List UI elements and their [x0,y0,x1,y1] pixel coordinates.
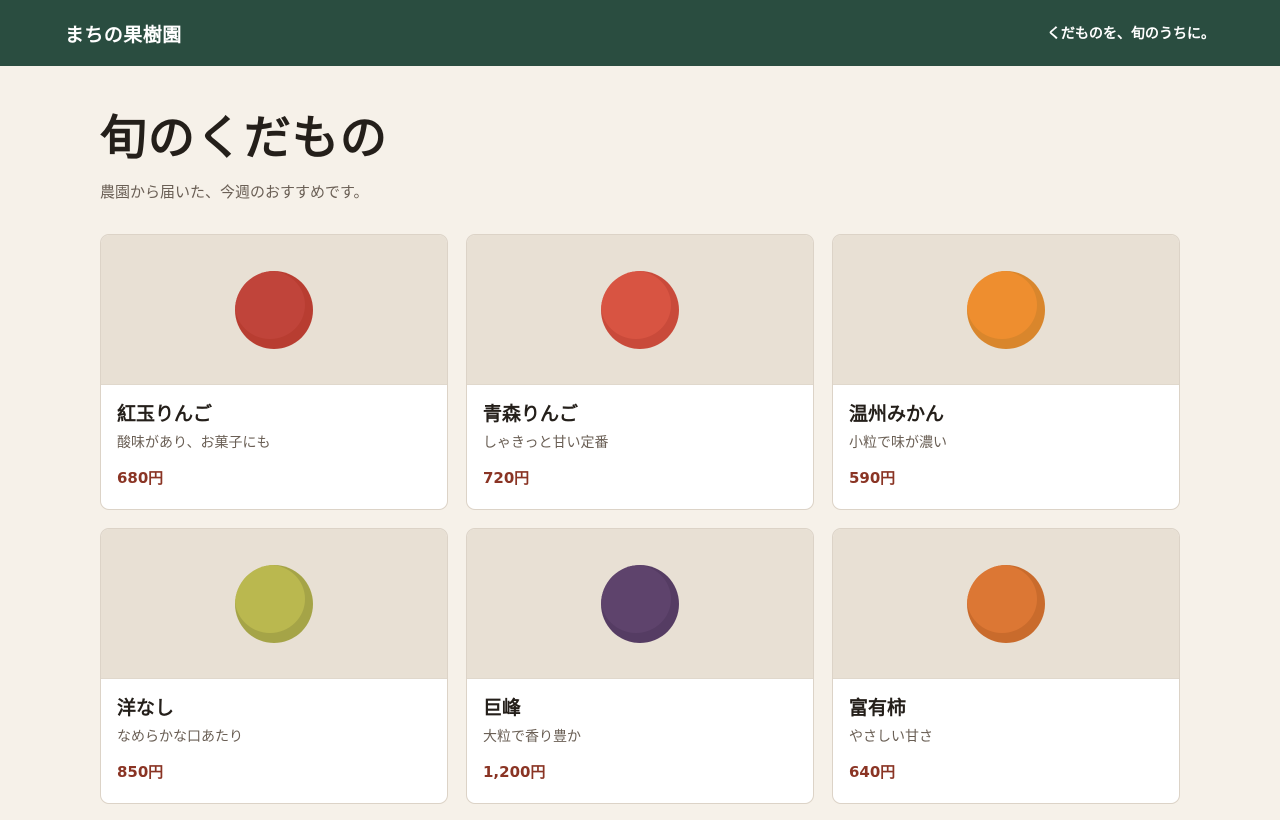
page-title: 旬のくだもの [100,111,388,166]
product-price: 640円 [849,763,896,781]
top-bar: まちの果樹園 くだものを、旬のうちに。 [0,0,1280,66]
product-name: 富有柿 [849,697,907,719]
product-info: 温州みかん 小粒で味が濃い 590円 [833,385,1179,488]
product-image [101,529,447,679]
product-info: 富有柿 やさしい甘さ 640円 [833,679,1179,782]
tagline: くだものを、旬のうちに。 [1047,26,1215,42]
product-name: 青森りんご [483,403,579,425]
fruit-highlight [601,270,671,339]
product-price: 850円 [117,763,164,781]
page-subtitle: 農園から届いた、今週のおすすめです。 [100,183,369,201]
main-content: 旬のくだもの 農園から届いた、今週のおすすめです。 紅玉りんご 酸味があり、お菓… [0,66,1280,804]
product-image [833,235,1179,385]
fruit-icon [967,564,1045,643]
product-card[interactable]: 温州みかん 小粒で味が濃い 590円 [832,234,1180,510]
fruit-icon [235,564,313,643]
product-card[interactable]: 青森りんご しゃきっと甘い定番 720円 [466,234,814,510]
fruit-icon [601,270,679,349]
product-image [467,529,813,679]
product-card[interactable]: 富有柿 やさしい甘さ 640円 [832,528,1180,804]
product-price: 720円 [483,469,530,487]
product-image [467,235,813,385]
fruit-highlight [601,564,671,633]
product-image [833,529,1179,679]
product-name: 紅玉りんご [117,403,213,425]
product-image [101,235,447,385]
fruit-icon [967,270,1045,349]
product-price: 590円 [849,469,896,487]
product-info: 洋なし なめらかな口あたり 850円 [101,679,447,782]
product-description: 小粒で味が濃い [849,435,947,451]
fruit-highlight [967,564,1037,633]
product-grid: 紅玉りんご 酸味があり、お菓子にも 680円 青森りんご しゃきっと甘い定番 7… [100,234,1180,804]
product-description: なめらかな口あたり [117,729,243,745]
product-price: 680円 [117,469,164,487]
product-description: 酸味があり、お菓子にも [117,435,271,451]
product-name: 洋なし [117,697,175,719]
product-description: やさしい甘さ [849,729,933,745]
product-description: しゃきっと甘い定番 [483,435,609,451]
product-name: 巨峰 [483,697,522,719]
fruit-highlight [235,564,305,633]
fruit-icon [601,564,679,643]
product-info: 青森りんご しゃきっと甘い定番 720円 [467,385,813,488]
brand-logo[interactable]: まちの果樹園 [65,20,182,47]
product-name: 温州みかん [849,403,945,425]
product-description: 大粒で香り豊か [483,729,581,745]
product-card[interactable]: 巨峰 大粒で香り豊か 1,200円 [466,528,814,804]
fruit-highlight [967,270,1037,339]
product-card[interactable]: 洋なし なめらかな口あたり 850円 [100,528,448,804]
product-card[interactable]: 紅玉りんご 酸味があり、お菓子にも 680円 [100,234,448,510]
fruit-icon [235,270,313,349]
product-info: 紅玉りんご 酸味があり、お菓子にも 680円 [101,385,447,488]
product-price: 1,200円 [483,763,546,781]
fruit-highlight [235,270,305,339]
product-info: 巨峰 大粒で香り豊か 1,200円 [467,679,813,782]
